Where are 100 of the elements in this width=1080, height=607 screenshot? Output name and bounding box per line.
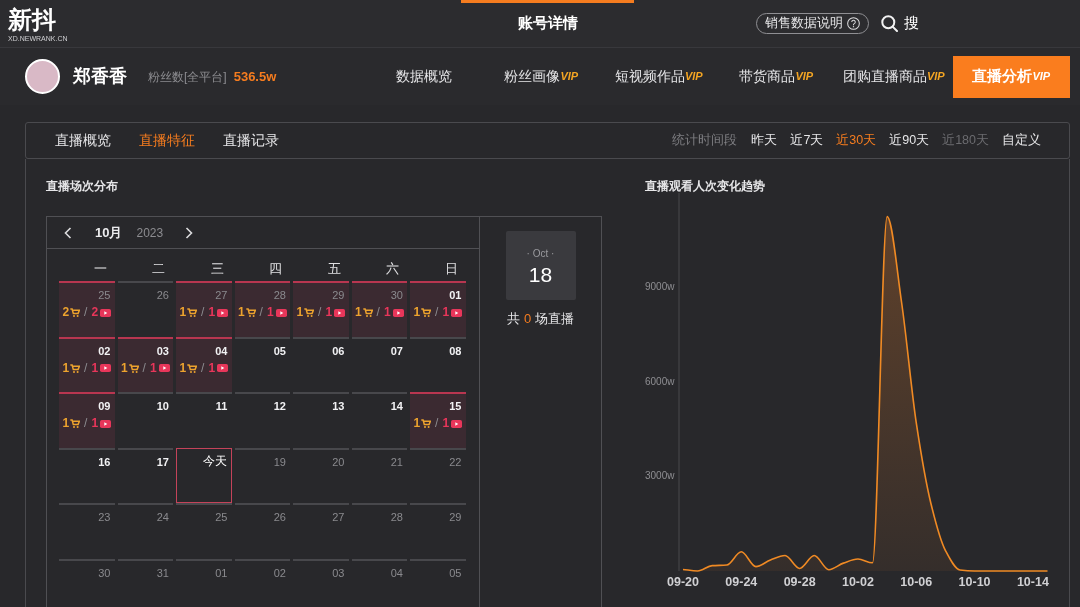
calendar-day-cell[interactable]: 05 [234,336,290,392]
weekday-label: 六 [386,261,399,277]
day-number: 25 [98,289,111,302]
help-icon [847,17,860,30]
day-number: 07 [390,344,403,358]
nav-tab[interactable]: 粉丝画像VIP [482,55,600,98]
sub-tab[interactable]: 直播特征 [139,130,195,151]
calendar-day-cell[interactable]: 14 [351,392,407,448]
calendar-day-cell[interactable]: 13 [293,392,349,448]
calendar-day-cell[interactable]: 02 1 / 1 [59,336,115,392]
calendar-day-cell[interactable]: 今天 [176,447,232,503]
chevron-left-icon[interactable] [63,226,72,239]
day-number: 30 [98,566,111,580]
calendar-day-cell[interactable]: 04 1 / 1 [176,336,232,392]
calendar-day-cell[interactable]: 30 [59,558,115,603]
day-number: 30 [390,289,403,302]
calendar-day-cell[interactable]: 06 [293,336,349,392]
cart-icon [187,363,198,373]
calendar-day-cell[interactable]: 07 [351,336,407,392]
live-count: 1 [149,361,157,375]
count-separator: / [201,361,205,375]
calendar-day-cell[interactable]: 10 [117,392,173,448]
calendar-day-cell[interactable]: 11 [176,392,232,448]
nav-tab[interactable]: 团购直播商品VIP [835,55,953,98]
sub-tab[interactable]: 直播记录 [223,130,279,151]
period-option[interactable]: 昨天 [751,131,778,150]
calendar-day-cell[interactable]: 03 1 / 1 [117,336,173,392]
weekday-label: 四 [269,261,282,277]
calendar-day-cell[interactable]: 24 [117,503,173,559]
calendar-day-cell[interactable]: 29 [410,503,466,559]
date-month: · Oct · [526,248,555,260]
day-number: 29 [449,511,462,524]
calendar-day-cell[interactable]: 20 [293,447,349,503]
calendar-day-cell[interactable]: 27 1 / 1 [176,281,232,337]
weekday-label: 二 [152,261,165,277]
play-icon [392,308,404,317]
calendar-day-cell[interactable]: 05 [410,558,466,603]
day-number: 22 [449,455,462,469]
day-number: 21 [390,455,403,469]
period-option[interactable]: 近7天 [790,131,824,150]
live-count: 1 [442,306,450,319]
day-number: 28 [273,289,286,302]
chevron-right-icon[interactable] [185,226,195,239]
section-title: 直播场次分布 [46,179,118,193]
nav-tab[interactable]: 短视频作品VIP [600,55,718,98]
calendar-day-cell[interactable]: 01 [176,558,232,603]
day-number: 06 [332,344,345,358]
cart-icon [304,308,315,317]
calendar-day-cell[interactable]: 03 [293,558,349,603]
goods-count: 1 [237,306,245,319]
live-count: 1 [266,306,274,319]
live-count: 2 [91,306,99,319]
calendar-day-cell[interactable]: 30 1 / 1 [351,281,407,337]
calendar-day-cell[interactable]: 17 [117,447,173,503]
calendar-day-cell[interactable]: 29 1 / 1 [293,281,349,337]
calendar-day-cell[interactable]: 31 [117,558,173,603]
calendar-day-cell[interactable]: 28 1 / 1 [234,281,290,337]
period-option[interactable]: 近90天 [889,131,930,150]
calendar-day-cell[interactable]: 02 [234,558,290,603]
weekday-label: 一 [93,261,107,277]
sub-tab[interactable]: 直播概览 [55,130,111,151]
calendar-day-cell[interactable]: 26 [234,503,290,559]
calendar-day-cell[interactable]: 09 1 / 1 [59,392,115,448]
play-icon [451,308,463,317]
calendar-day-cell[interactable]: 16 [59,447,115,503]
day-number: 10 [156,400,169,413]
play-icon [451,419,463,428]
count-separator: / [84,361,88,375]
calendar-day-cell[interactable]: 04 [351,558,407,603]
calendar-day-cell[interactable]: 22 [410,447,466,503]
day-number: 04 [215,344,228,358]
calendar-day-cell[interactable]: 01 1 / 1 [410,281,466,337]
cart-icon [70,308,81,317]
calendar-day-cell[interactable]: 27 [293,503,349,559]
calendar-day-cell[interactable]: 28 [351,503,407,559]
day-number: 08 [449,344,462,358]
calendar-day-cell[interactable]: 25 [176,503,232,559]
period-option[interactable]: 近30天 [836,131,877,150]
search-button[interactable]: 搜 [881,12,919,35]
calendar-day-cell[interactable]: 21 [351,447,407,503]
date-card[interactable]: · Oct · 18 [505,231,576,300]
nav-tab[interactable]: 带货商品VIP [717,55,835,98]
calendar-day-cell[interactable]: 15 1 / 1 [410,392,466,448]
period-option[interactable]: 自定义 [1002,131,1041,150]
live-count: 1 [383,306,391,319]
day-number: 02 [98,344,111,358]
goods-count: 2 [62,306,70,319]
calendar-day-cell[interactable]: 12 [234,392,290,448]
calendar-day-cell[interactable]: 23 [59,503,115,559]
calendar-day-cell[interactable]: 19 [234,447,290,503]
calendar-day-cell[interactable]: 25 2 / 2 [59,281,115,337]
count-separator: / [435,306,439,319]
avatar [25,59,60,94]
logo: 新抖 [8,6,56,32]
day-number: 29 [332,289,345,302]
day-number: 31 [156,566,169,580]
day-number: 26 [273,511,286,524]
nav-tab[interactable]: 数据概览 [365,55,483,98]
y-axis-label: 6000w [645,375,675,387]
day-number: 03 [156,344,169,358]
